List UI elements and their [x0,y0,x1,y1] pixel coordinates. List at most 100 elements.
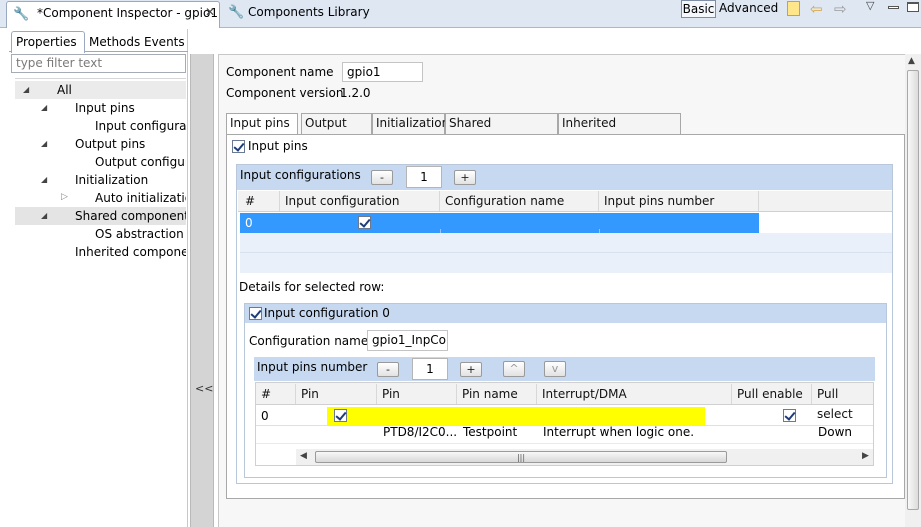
expanded-arrow-icon: ◢ [23,85,30,94]
input-configuration-0-header: Input configuration 0 [245,304,886,323]
back-arrow-icon[interactable]: ⇦ [810,0,823,18]
col-pull-select: Pull select [812,384,873,421]
tab-properties[interactable]: Properties [11,31,85,53]
view-menu-icon[interactable]: ▽ [866,0,874,12]
filter-input[interactable]: type filter text [11,54,186,73]
table-row[interactable]: 0 gpio1_InpConfig0 1 [240,213,759,249]
pin-count-field[interactable]: 1 [412,358,448,380]
sub-tab-strip: Input pins Output pins Initialization Sh… [226,113,906,149]
minimize-icon[interactable] [888,6,899,9]
input-pins-checkbox[interactable] [232,140,245,153]
close-icon[interactable]: ✕ [205,5,215,19]
tab-output-pins[interactable]: Output pins [301,113,372,149]
component-name-field[interactable]: gpio1 [342,62,423,82]
input-pins-check-label: Input pins [248,139,308,153]
expanded-arrow-icon: ◢ [41,103,48,112]
cell-index: 0 [261,409,269,423]
tree-label: Output pins [75,137,146,151]
input-configuration-checkbox[interactable] [358,216,371,229]
tab-input-pins[interactable]: Input pins [226,113,298,135]
component-version-value: 1.2.0 [340,86,371,100]
collapse-button[interactable]: << [195,382,213,395]
tab-label: Initialization [376,116,450,130]
collapse-splitter[interactable]: << [190,54,214,527]
tab-methods[interactable]: Methods [89,33,140,51]
move-down-button[interactable]: v [544,361,566,377]
tab-components-library[interactable]: 🔧 Components Library [224,2,370,26]
forward-arrow-icon[interactable]: ⇨ [834,0,847,18]
component-version-label: Component version [226,86,344,100]
tab-inherited-components[interactable]: Inherited components [558,113,681,149]
tree-item-output-pins[interactable]: ◢ Output pins [15,135,186,153]
input-configuration-0-checkbox[interactable] [249,307,262,320]
tree-item-os-abstraction[interactable]: OS abstraction la [15,225,186,243]
col-pin-check: Pin [296,384,377,404]
horizontal-scrollbar[interactable]: ◀ ||| ▶ [296,449,873,465]
tree-item-input-pins[interactable]: ◢ Input pins [15,99,186,117]
new-note-icon[interactable] [787,1,800,16]
move-up-button[interactable]: ^ [503,361,525,377]
tree-item-output-configuration[interactable]: Output configura [15,153,186,171]
filter-placeholder: type filter text [16,56,103,70]
remove-config-button[interactable]: - [371,170,393,185]
collapsed-arrow-icon[interactable]: ▷ [61,192,68,202]
config-name-value: gpio1_InpCon [372,333,448,347]
details-label: Details for selected row: [239,280,385,294]
col-pin: Pin [377,384,457,404]
advanced-button[interactable]: Advanced [719,0,778,18]
input-pins-number-label: Input pins number [257,360,368,374]
tab-label: Components Library [248,5,370,19]
tab-shared-components[interactable]: Shared components [445,113,558,149]
add-config-button[interactable]: + [454,170,476,185]
config-table-header: # Input configuration Configuration name… [238,191,892,212]
config-name-label: Configuration name [249,334,369,348]
tab-label: Input pins [230,116,290,130]
tree-item-initialization[interactable]: ◢ Initialization [15,171,186,189]
col-configuration-name: Configuration name [440,191,599,211]
tree-label: Inherited componen [75,245,186,259]
config-name-field[interactable]: gpio1_InpCon [367,330,448,351]
col-input-configuration: Input configuration [280,191,440,211]
basic-button[interactable]: Basic [681,0,716,18]
tab-initialization[interactable]: Initialization [372,113,449,134]
wrench-icon: 🔧 [13,7,30,22]
tree-item-shared-components[interactable]: ◢ Shared components [15,207,186,225]
scroll-left-icon[interactable]: ◀ [300,451,307,461]
table-row-empty [256,427,873,444]
tree-label: All [57,83,72,97]
col-input-pins-number: Input pins number [599,191,759,211]
tree-label: Output configura [95,155,186,169]
config-count-field[interactable]: 1 [406,166,442,188]
tab-events[interactable]: Events [144,33,188,51]
tab-label: *Component Inspector - gpio1 [37,6,218,20]
col-pin-name: Pin name [457,384,537,404]
maximize-icon[interactable] [907,2,919,12]
table-row-empty [240,233,892,253]
tree-label: Shared components [75,209,186,223]
pull-enable-checkbox[interactable] [782,409,796,422]
scroll-right-icon[interactable]: ▶ [862,451,869,461]
scroll-thumb[interactable] [907,70,919,510]
tree-item-auto-initialization[interactable]: ▷ Auto initializatior [15,189,186,207]
wrench-icon: 🔧 [228,5,245,20]
tree-item-all[interactable]: ◢ All [15,81,186,99]
input-pins-number-header: Input pins number - 1 + ^ v [254,357,875,381]
tree-item-inherited-components[interactable]: Inherited componen [15,243,186,261]
expanded-arrow-icon: ◢ [41,175,48,184]
col-index: # [240,191,280,211]
add-pin-button[interactable]: + [460,362,482,377]
tree-item-input-configuration[interactable]: Input configurati [15,117,186,135]
table-row[interactable]: 0 PTD8/I2C0... Testpoint Interrupt when … [256,406,873,439]
expanded-arrow-icon: ◢ [41,139,48,148]
scroll-up-icon[interactable]: ▲ [908,56,915,66]
pin-enabled-checkbox[interactable] [334,409,347,422]
remove-pin-button[interactable]: - [377,362,399,377]
tab-component-inspector[interactable]: 🔧 *Component Inspector - gpio1 ✕ [6,1,220,28]
tree-label: Input pins [75,101,135,115]
tree-label: Input configurati [95,119,186,133]
component-name-value: gpio1 [347,65,381,79]
vertical-scrollbar[interactable]: ▲ [905,54,921,527]
scroll-thumb[interactable]: ||| [315,451,727,463]
input-configuration-0-label: Input configuration 0 [264,306,390,320]
col-index: # [256,384,296,404]
